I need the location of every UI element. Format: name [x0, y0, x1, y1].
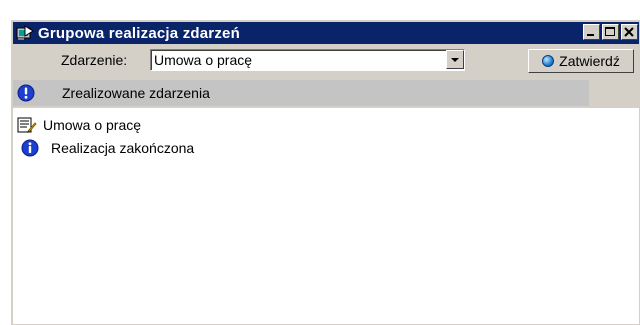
minimize-icon[interactable]: [583, 24, 600, 40]
list-item-label: Realizacja zakończona: [51, 140, 195, 156]
list-item-label: Umowa o pracę: [43, 117, 142, 133]
list-header-label: Zrealizowane zdarzenia: [62, 85, 210, 101]
title-bar[interactable]: Grupowa realizacja zdarzeń: [13, 22, 639, 44]
list-header: Zrealizowane zdarzenia: [13, 80, 589, 106]
events-list: Umowa o pracę Realizacja zakończona: [13, 108, 639, 324]
app-window: Grupowa realizacja zdarzeń Zdarzenie: Um…: [10, 19, 640, 325]
window-title: Grupowa realizacja zdarzeń: [38, 24, 240, 42]
confirm-dot-icon: [542, 55, 555, 67]
toolbar: Zdarzenie: Umowa o pracę Zatwierdź: [13, 46, 639, 76]
list-item[interactable]: Umowa o pracę: [13, 114, 141, 136]
info-icon: [21, 139, 39, 157]
event-label: Zdarzenie:: [61, 52, 128, 68]
window-controls: [583, 24, 638, 40]
event-select-value: Umowa o pracę: [154, 52, 253, 68]
alert-icon: [17, 84, 35, 107]
event-select[interactable]: Umowa o pracę: [150, 49, 465, 71]
document-edit-icon: [17, 116, 37, 134]
confirm-button[interactable]: Zatwierdź: [528, 49, 634, 73]
close-icon[interactable]: [621, 24, 638, 40]
maximize-icon[interactable]: [602, 24, 619, 40]
chevron-down-icon[interactable]: [446, 50, 464, 69]
list-item[interactable]: Realizacja zakończona: [13, 137, 194, 159]
confirm-button-label: Zatwierdź: [559, 53, 620, 69]
app-icon: [16, 25, 34, 41]
